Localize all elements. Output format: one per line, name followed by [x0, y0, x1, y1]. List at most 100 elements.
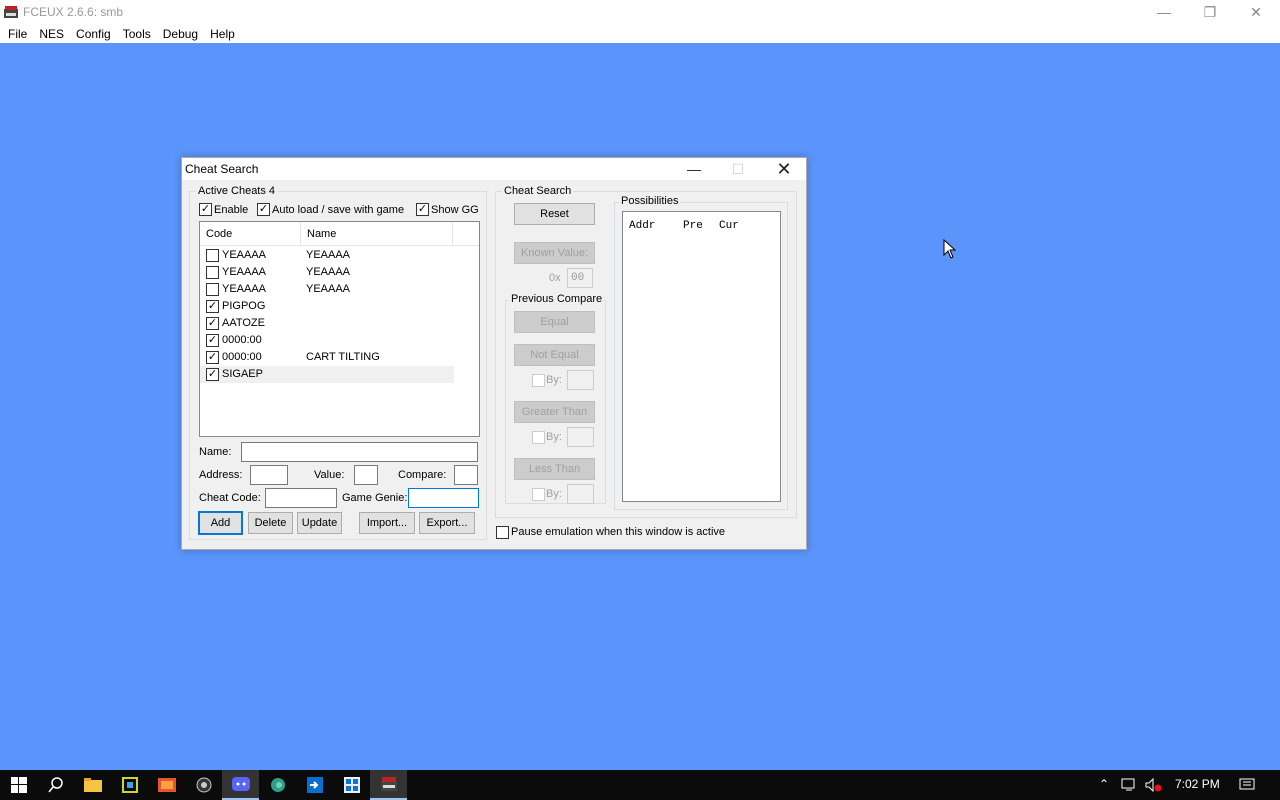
- menu-file[interactable]: File: [2, 27, 33, 41]
- cheat-row[interactable]: YEAAAA YEAAAA: [200, 281, 454, 298]
- cheat-row-checkbox[interactable]: ✓: [206, 317, 219, 330]
- greater-than-by-checkbox[interactable]: [532, 431, 545, 444]
- cheat-code-cell: AATOZE: [222, 317, 265, 329]
- update-button[interactable]: Update: [297, 512, 342, 534]
- cheat-row[interactable]: YEAAAA YEAAAA: [200, 264, 454, 281]
- enable-checkbox[interactable]: ✓: [199, 203, 212, 216]
- game-genie-input[interactable]: [408, 488, 479, 508]
- possibilities-list[interactable]: Addr Pre Cur: [622, 211, 781, 502]
- cheat-row[interactable]: ✓ SIGAEP: [200, 366, 454, 383]
- notification-icon[interactable]: [1239, 778, 1255, 792]
- column-addr[interactable]: Addr: [629, 220, 655, 232]
- cheat-row[interactable]: YEAAAA YEAAAA: [200, 247, 454, 264]
- cheat-code-cell: YEAAAA: [222, 283, 267, 295]
- cheat-code-input[interactable]: [265, 488, 337, 508]
- cheat-row[interactable]: ✓ PIGPOG: [200, 298, 454, 315]
- cheat-list[interactable]: Code Name YEAAAA YEAAAA YEAAAA YEAAAA YEAAAA…: [199, 221, 480, 437]
- autoload-checkbox[interactable]: ✓: [257, 203, 270, 216]
- cheat-row-checkbox[interactable]: ✓: [206, 334, 219, 347]
- cheat-search-dialog: Cheat Search — ☐ ✕ Active Cheats 4 ✓ Ena…: [181, 157, 807, 550]
- delete-button[interactable]: Delete: [248, 512, 293, 534]
- value-input[interactable]: [354, 465, 378, 485]
- file-explorer-icon[interactable]: [74, 770, 111, 800]
- store-icon[interactable]: [333, 770, 370, 800]
- column-name[interactable]: Name: [301, 222, 453, 246]
- minimize-button[interactable]: —: [1141, 0, 1187, 24]
- cheat-row-checkbox[interactable]: [206, 283, 219, 296]
- enable-label: Enable: [214, 204, 249, 216]
- app-menubar: File NES Config Tools Debug Help: [0, 24, 1280, 43]
- cheat-row[interactable]: ✓ AATOZE: [200, 315, 454, 332]
- not-equal-by-checkbox[interactable]: [532, 374, 545, 387]
- known-value-input[interactable]: 00: [567, 268, 593, 288]
- greater-than-button[interactable]: Greater Than: [514, 401, 595, 423]
- add-button[interactable]: Add: [198, 511, 243, 535]
- cheat-search-group-label: Cheat Search: [502, 185, 574, 197]
- remote-icon[interactable]: [296, 770, 333, 800]
- start-icon[interactable]: [0, 770, 37, 800]
- export-button[interactable]: Export...: [419, 512, 475, 534]
- discord-icon[interactable]: [222, 770, 259, 800]
- cheat-row-checkbox[interactable]: [206, 249, 219, 262]
- column-cur[interactable]: Cur: [719, 220, 739, 232]
- cheat-row[interactable]: ✓ 0000:00: [200, 332, 454, 349]
- cheat-name-cell: YEAAAA: [306, 249, 351, 261]
- cheat-row-checkbox[interactable]: ✓: [206, 300, 219, 313]
- name-input[interactable]: [241, 442, 478, 462]
- menu-nes[interactable]: NES: [33, 27, 70, 41]
- dialog-close-button[interactable]: ✕: [762, 158, 806, 180]
- show-gg-checkbox[interactable]: ✓: [416, 203, 429, 216]
- less-than-by-checkbox[interactable]: [532, 488, 545, 501]
- menu-config[interactable]: Config: [70, 27, 117, 41]
- pause-emulation-label: Pause emulation when this window is acti…: [511, 526, 726, 538]
- equal-button[interactable]: Equal: [514, 311, 595, 333]
- import-button[interactable]: Import...: [359, 512, 415, 534]
- fceux-icon[interactable]: [370, 770, 407, 800]
- compare-input[interactable]: [454, 465, 478, 485]
- dialog-title: Cheat Search: [185, 162, 259, 176]
- previous-compare-label: Previous Compare: [509, 293, 605, 305]
- less-than-by-input[interactable]: [567, 484, 594, 504]
- restore-button[interactable]: ❐: [1187, 0, 1233, 24]
- greater-than-by-input[interactable]: [567, 427, 594, 447]
- firefox-icon[interactable]: [148, 770, 185, 800]
- cheat-code-cell: PIGPOG: [222, 300, 266, 312]
- game-genie-label: Game Genie:: [342, 492, 408, 504]
- menu-help[interactable]: Help: [204, 27, 241, 41]
- app-icon[interactable]: [111, 770, 148, 800]
- hex-prefix-label: 0x: [549, 272, 561, 284]
- cheat-row-checkbox[interactable]: ✓: [206, 351, 219, 364]
- dialog-titlebar: Cheat Search — ☐ ✕: [182, 158, 806, 180]
- clock[interactable]: 7:02 PM: [1175, 777, 1220, 791]
- dialog-maximize-button: ☐: [731, 160, 745, 177]
- tray-chevron-icon[interactable]: ⌃: [1099, 777, 1109, 791]
- cheat-row[interactable]: ✓ 0000:00 CART TILTING: [200, 349, 454, 366]
- autoload-label: Auto load / save with game: [272, 204, 405, 216]
- app-titlebar: FCEUX 2.6.6: smb — ❐ ✕: [0, 0, 1280, 24]
- fceux-app-icon: [4, 6, 18, 18]
- not-equal-by-input[interactable]: [567, 370, 594, 390]
- less-than-button[interactable]: Less Than: [514, 458, 595, 480]
- pause-emulation-checkbox[interactable]: [496, 526, 509, 539]
- address-input[interactable]: [250, 465, 288, 485]
- dialog-minimize-button[interactable]: —: [672, 158, 716, 180]
- value-label: Value:: [314, 469, 345, 481]
- column-code[interactable]: Code: [200, 222, 301, 246]
- less-than-by-label: By:: [546, 488, 562, 500]
- search-icon[interactable]: [37, 770, 74, 800]
- greater-than-by-label: By:: [546, 431, 562, 443]
- volume-muted-icon[interactable]: [1145, 778, 1163, 792]
- close-button[interactable]: ✕: [1233, 0, 1279, 24]
- obs-icon[interactable]: [185, 770, 222, 800]
- cheat-row-checkbox[interactable]: ✓: [206, 368, 219, 381]
- reset-button[interactable]: Reset: [514, 203, 595, 225]
- cheat-code-label: Cheat Code:: [199, 492, 261, 504]
- menu-tools[interactable]: Tools: [117, 27, 157, 41]
- known-value-button[interactable]: Known Value:: [514, 242, 595, 264]
- edge-icon[interactable]: [259, 770, 296, 800]
- cheat-row-checkbox[interactable]: [206, 266, 219, 279]
- column-pre[interactable]: Pre: [683, 220, 703, 232]
- network-icon[interactable]: [1121, 778, 1137, 792]
- not-equal-button[interactable]: Not Equal: [514, 344, 595, 366]
- menu-debug[interactable]: Debug: [157, 27, 204, 41]
